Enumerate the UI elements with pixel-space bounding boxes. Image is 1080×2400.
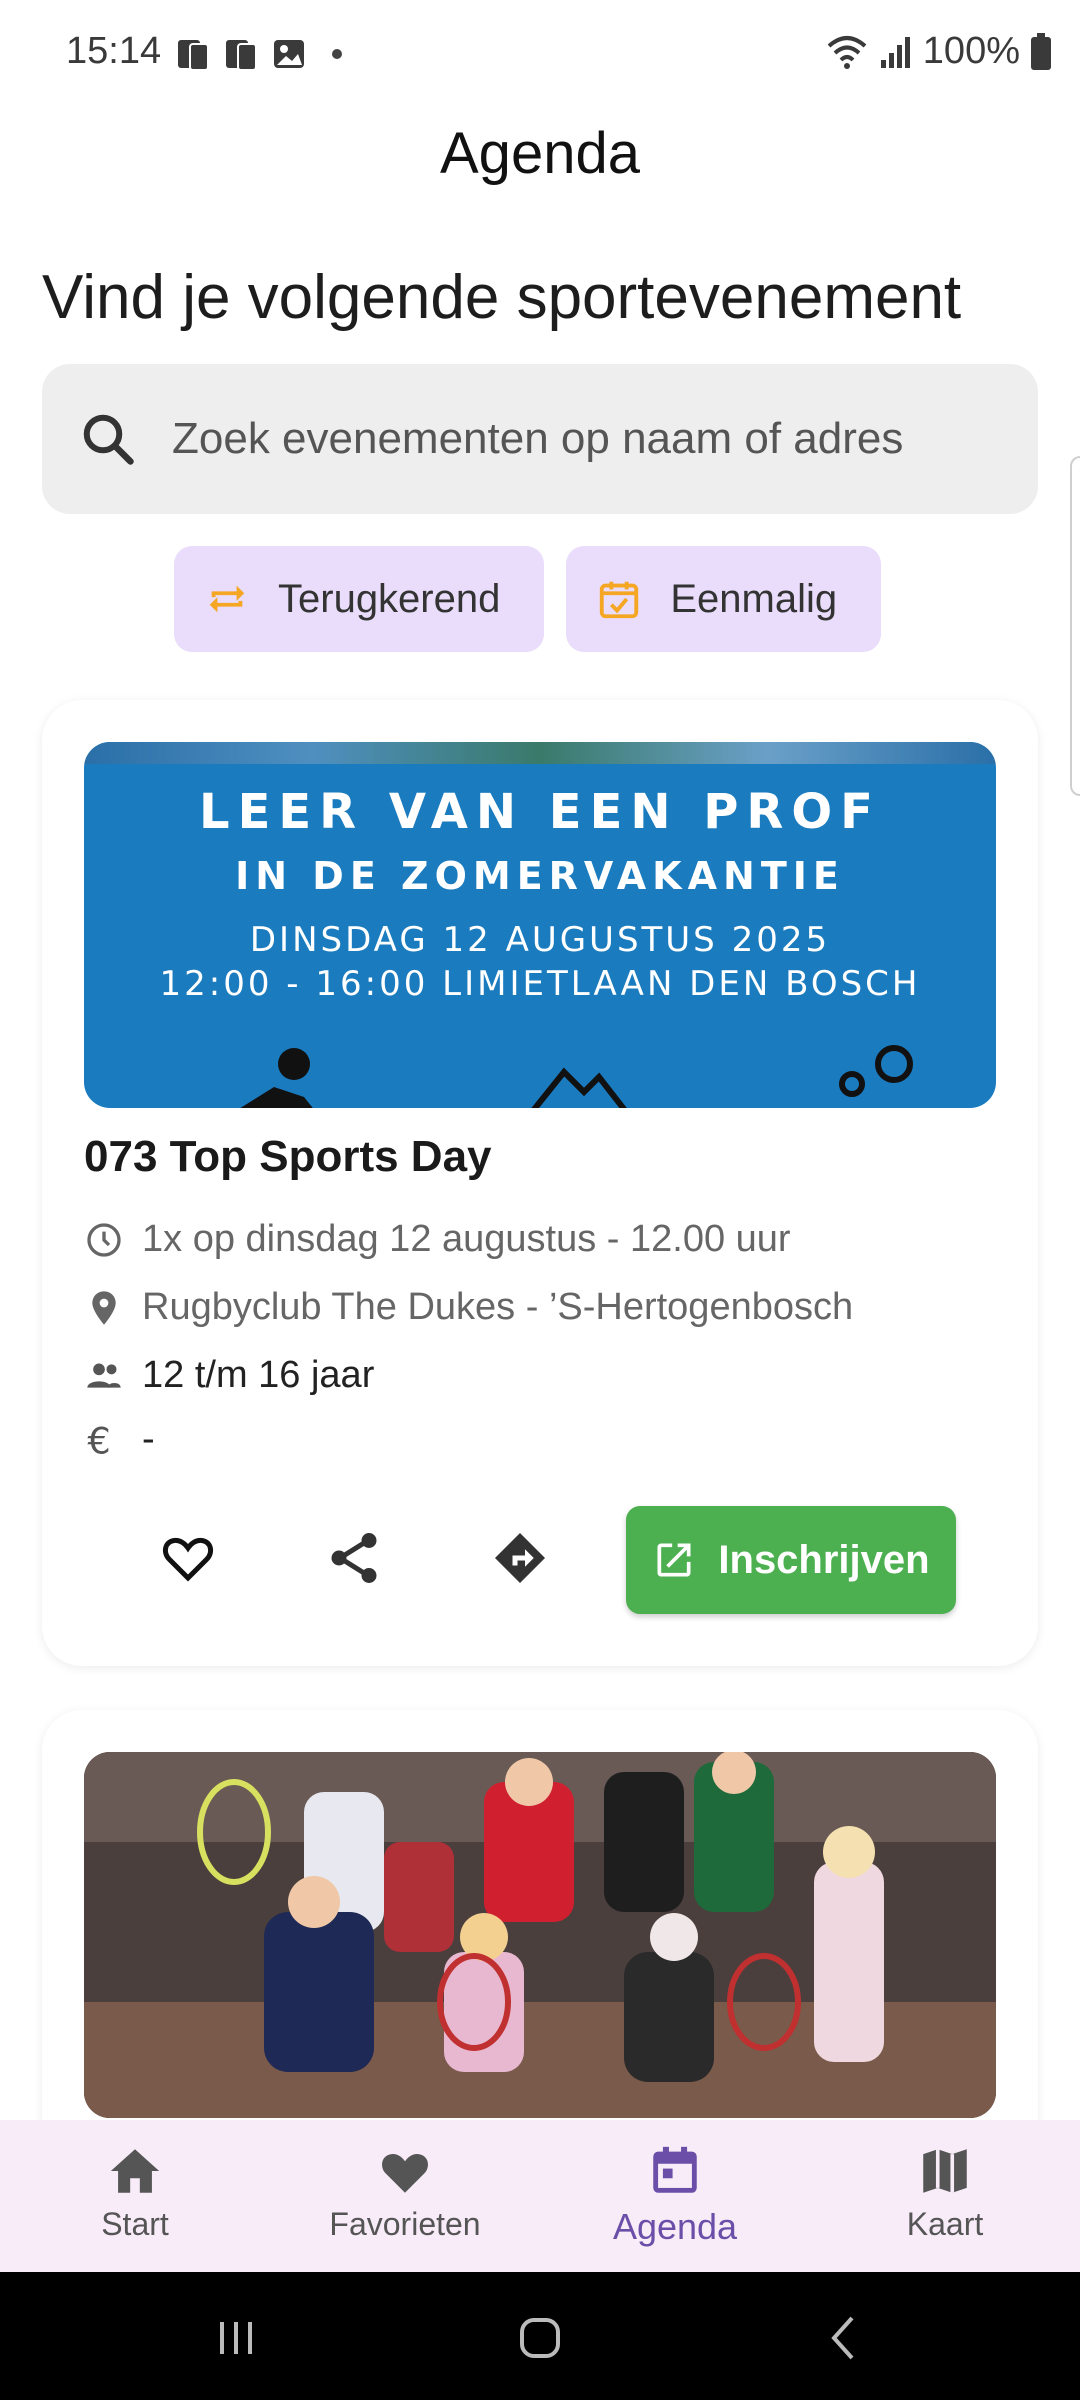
nav-label: Kaart: [906, 2206, 984, 2242]
headline: Vind je volgende sportevenement: [42, 263, 962, 332]
filter-chip-terugkerend[interactable]: Terugkerend: [174, 546, 545, 652]
directions-icon[interactable]: [490, 1528, 550, 1588]
location-pin-icon: [92, 1290, 116, 1325]
phone-notification-icon: [226, 40, 257, 71]
notification-icons: [176, 36, 342, 72]
system-navigation-bar: [0, 2272, 1080, 2400]
runner-icon: [240, 1048, 313, 1108]
banner-line: IN DE ZOMERVAKANTIE: [235, 854, 845, 898]
nav-label: Favorieten: [329, 2206, 481, 2242]
heart-outline-icon[interactable]: [158, 1528, 218, 1588]
mountain-icon: [531, 1067, 627, 1108]
home-button-icon[interactable]: [510, 2308, 570, 2368]
nav-label: Start: [101, 2206, 169, 2242]
event-location-text: Rugbyclub The Dukes - ’S-Hertogenbosch: [142, 1286, 854, 1328]
page-title: Agenda: [440, 121, 640, 186]
event-title: 073 Top Sports Day: [84, 1132, 492, 1181]
share-icon[interactable]: [324, 1528, 384, 1588]
recent-apps-icon[interactable]: [206, 2308, 266, 2368]
filter-chip-label: Eenmalig: [670, 576, 838, 621]
battery-icon: [1031, 32, 1051, 70]
nav-item-start[interactable]: Start: [0, 2120, 270, 2272]
signup-button[interactable]: Inschrijven: [626, 1506, 956, 1614]
status-bar: 15:14 100%: [0, 0, 1080, 110]
filter-chips: Terugkerend Eenmalig: [174, 546, 882, 652]
event-card[interactable]: LEER VAN EEN PROF IN DE ZOMERVAKANTIE DI…: [42, 700, 1038, 1666]
wifi-icon: [827, 35, 867, 69]
nav-label: Agenda: [612, 2206, 738, 2247]
map-icon: [923, 2149, 967, 2193]
phone-notification-icon: [178, 40, 209, 71]
nav-item-agenda[interactable]: Agenda: [540, 2120, 810, 2272]
event-price: € -: [84, 1418, 155, 1461]
banner-line: DINSDAG 12 AUGUSTUS 2025: [249, 920, 831, 960]
event-actions: Inschrijven: [42, 1506, 1038, 1616]
tennis-kids-photo: [84, 1752, 996, 2118]
search-icon: [83, 414, 134, 465]
event-age: 12 t/m 16 jaar: [84, 1354, 374, 1397]
event-schedule: 1x op dinsdag 12 augustus - 12.00 uur: [84, 1218, 791, 1261]
banner-line: LEER VAN EEN PROF: [199, 784, 881, 840]
svg-text:€: €: [87, 1420, 110, 1460]
people-icon: [839, 1045, 913, 1097]
back-icon[interactable]: [814, 2308, 874, 2368]
banner-decoration: [84, 742, 996, 764]
dot-icon: [332, 49, 342, 59]
event-schedule-text: 1x op dinsdag 12 augustus - 12.00 uur: [142, 1218, 791, 1260]
banner-line: 12:00 - 16:00 LIMIETLAAN DEN BOSCH: [159, 964, 921, 1004]
nav-item-kaart[interactable]: Kaart: [810, 2120, 1080, 2272]
event-photo: [84, 1752, 996, 2118]
event-location: Rugbyclub The Dukes - ’S-Hertogenbosch: [84, 1286, 853, 1329]
signup-button-label: Inschrijven: [718, 1537, 930, 1582]
external-link-icon: [657, 1543, 691, 1577]
event-age-text: 12 t/m 16 jaar: [142, 1354, 375, 1396]
calendar-icon: [653, 2146, 697, 2193]
scroll-edge-indicator: [1070, 456, 1080, 796]
search-bar[interactable]: [42, 364, 1038, 514]
repeat-icon: [209, 585, 245, 613]
people-icon: [87, 1363, 121, 1388]
system-status: 100%: [825, 30, 1052, 73]
heart-icon: [382, 2154, 428, 2193]
signal-icon: [880, 36, 910, 68]
battery-percent: 100%: [922, 30, 1020, 72]
clock-icon: [87, 1222, 121, 1257]
event-price-text: -: [142, 1418, 155, 1460]
image-notification-icon: [274, 40, 304, 68]
search-input[interactable]: [172, 414, 992, 464]
euro-icon: €: [87, 1420, 110, 1460]
home-icon: [110, 2149, 160, 2193]
bottom-navigation: Start Favorieten Agenda Kaart: [0, 2120, 1080, 2272]
filter-chip-label: Terugkerend: [278, 576, 501, 621]
event-banner-image: LEER VAN EEN PROF IN DE ZOMERVAKANTIE DI…: [84, 742, 996, 1108]
calendar-check-icon: [600, 581, 639, 619]
nav-item-favorieten[interactable]: Favorieten: [270, 2120, 540, 2272]
status-time: 15:14: [66, 30, 162, 72]
filter-chip-eenmalig[interactable]: Eenmalig: [566, 546, 882, 652]
